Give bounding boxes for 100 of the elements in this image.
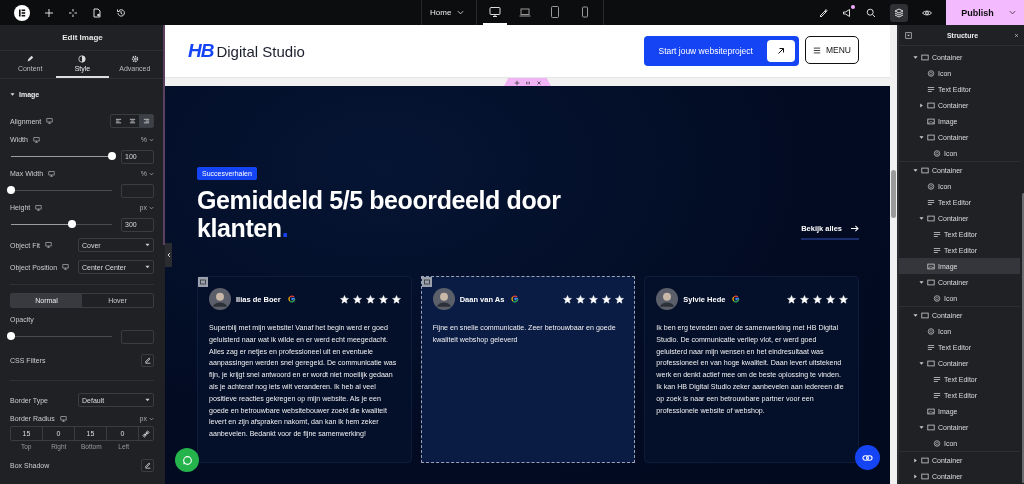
close-icon[interactable] — [1013, 31, 1020, 39]
caret-down-icon[interactable] — [913, 54, 918, 60]
edit-button[interactable] — [141, 458, 154, 472]
caret-down-icon[interactable] — [913, 167, 918, 173]
desktop-icon[interactable] — [62, 264, 70, 270]
g-icon — [732, 295, 741, 303]
section-heading: Gemiddeld 5/5 beoordeeld door klanten. — [197, 186, 562, 242]
star-icon — [339, 294, 349, 304]
star-circle-icon — [933, 149, 941, 157]
caret-down-icon[interactable] — [10, 92, 15, 97]
search-icon[interactable] — [866, 7, 876, 18]
caret-down-icon[interactable] — [919, 424, 924, 430]
chat-button[interactable] — [175, 448, 199, 472]
logo-name[interactable]: Digital Studio — [216, 43, 305, 60]
container-icon — [921, 166, 929, 174]
container-icon — [921, 311, 929, 319]
caret-right-icon[interactable] — [919, 102, 924, 108]
element-handle-icon[interactable] — [421, 277, 432, 287]
caret-down-icon[interactable] — [919, 134, 924, 140]
review-card[interactable] — [197, 276, 412, 463]
chevron-down-icon — [149, 171, 154, 176]
alignment-icon — [142, 117, 150, 125]
logo-mark[interactable]: HB — [188, 40, 214, 62]
star-icon — [800, 294, 809, 304]
text-lines-icon — [927, 198, 935, 206]
chevron-down-icon — [149, 205, 154, 210]
chat-bubble-icon — [181, 454, 193, 466]
number-field[interactable] — [121, 183, 154, 198]
star-circle-icon — [927, 69, 935, 77]
avatar — [209, 288, 231, 310]
structure-toggle[interactable] — [890, 3, 908, 22]
text-lines-icon — [927, 343, 935, 351]
avatar — [656, 288, 679, 310]
container-icon — [921, 53, 929, 61]
desktop-icon[interactable] — [46, 118, 54, 124]
star-circle-icon — [927, 327, 935, 335]
menu-icon — [812, 46, 821, 54]
star-icon — [391, 294, 401, 304]
element-handle-icon[interactable] — [198, 277, 208, 287]
caret-down-icon[interactable] — [919, 279, 924, 285]
g-icon — [511, 295, 520, 303]
review-card[interactable] — [644, 276, 859, 463]
star-icon — [589, 294, 599, 304]
star-icon — [826, 294, 835, 304]
drag-icon[interactable] — [524, 79, 531, 86]
megaphone-icon[interactable] — [842, 7, 852, 18]
text-lines-icon — [933, 375, 941, 383]
caret-down-icon — [145, 243, 150, 247]
close-icon[interactable] — [535, 79, 542, 86]
container-icon — [927, 278, 935, 286]
link-icon — [142, 429, 150, 438]
desktop-icon[interactable] — [44, 242, 52, 248]
star-icon — [615, 294, 625, 304]
app-logo-icon[interactable] — [14, 4, 30, 21]
star-icon — [365, 294, 375, 304]
caret-right-icon[interactable] — [913, 473, 918, 479]
text-lines-icon — [933, 230, 941, 238]
desktop-icon[interactable] — [59, 415, 67, 422]
star-icon — [813, 294, 822, 304]
laptop-icon — [519, 5, 532, 18]
caret-right-icon[interactable] — [913, 457, 918, 463]
container-icon — [927, 423, 935, 431]
brush-icon[interactable] — [818, 7, 828, 18]
caret-down-icon[interactable] — [913, 312, 918, 318]
page-settings-icon[interactable] — [92, 7, 102, 18]
caret-down-icon[interactable] — [919, 360, 924, 366]
collapse-icon[interactable] — [905, 31, 912, 39]
star-icon — [602, 294, 612, 304]
panel-collapse-button[interactable] — [165, 243, 172, 267]
container-icon — [927, 214, 935, 222]
contrast-icon — [78, 55, 87, 63]
alignment-option[interactable] — [139, 115, 153, 127]
chevron-down-icon — [457, 10, 465, 15]
link-icon — [862, 453, 873, 462]
text-lines-icon — [933, 246, 941, 254]
alignment-icon — [128, 117, 136, 125]
cta-button[interactable]: Start jouw websiteproject — [644, 36, 799, 66]
gear-icon — [130, 55, 139, 63]
g-icon — [287, 295, 296, 303]
floating-action-button[interactable] — [855, 445, 880, 470]
desktop-icon[interactable] — [48, 170, 56, 177]
chevron-down-icon[interactable] — [1009, 10, 1016, 15]
desktop-icon[interactable] — [35, 204, 43, 211]
history-icon[interactable] — [116, 7, 126, 18]
text-lines-icon — [933, 391, 941, 399]
layers-icon — [894, 7, 904, 18]
star-icon — [839, 294, 848, 304]
desktop-icon[interactable] — [32, 136, 40, 143]
link-button[interactable] — [139, 427, 153, 440]
pencil-icon — [143, 461, 152, 469]
star-circle-icon — [933, 294, 941, 302]
number-field[interactable] — [121, 329, 154, 344]
menu-button[interactable]: MENU — [804, 36, 859, 64]
desktop-icon — [489, 5, 502, 18]
caret-down-icon[interactable] — [919, 215, 924, 221]
chevron-left-icon — [166, 252, 171, 258]
edit-button[interactable] — [141, 353, 154, 367]
arrow-right-icon — [850, 225, 859, 232]
star-circle-icon — [927, 182, 935, 190]
chevron-down-icon — [149, 416, 154, 421]
